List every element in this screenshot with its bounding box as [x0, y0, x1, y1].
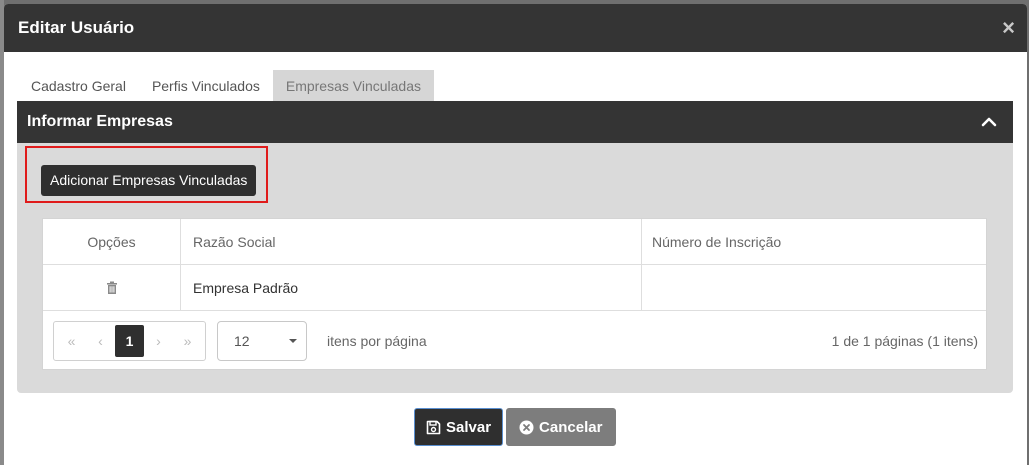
column-header-options[interactable]: Opções [43, 219, 181, 264]
tab-cadastro-geral[interactable]: Cadastro Geral [18, 70, 139, 101]
chevron-up-icon[interactable] [979, 112, 999, 132]
pagination-buttons: « ‹ 1 › » [53, 321, 206, 361]
cancel-label: Cancelar [539, 418, 603, 436]
table-row: Empresa Padrão [43, 265, 986, 311]
current-page-button[interactable]: 1 [115, 325, 144, 357]
column-header-numero-inscricao[interactable]: Número de Inscrição [642, 219, 986, 264]
per-page-label: itens por página [327, 333, 427, 349]
cancel-button[interactable]: Cancelar [506, 408, 617, 446]
cancel-circle-icon [519, 420, 534, 434]
caret-down-icon [289, 339, 297, 343]
first-page-button[interactable]: « [57, 325, 86, 357]
next-page-button[interactable]: › [144, 325, 173, 357]
row-options-cell [43, 265, 181, 310]
save-label: Salvar [446, 418, 492, 436]
empresas-panel: Informar Empresas Adicionar Empresas Vin… [17, 101, 1013, 393]
close-icon[interactable]: × [1002, 17, 1015, 39]
page-size-value: 12 [234, 333, 250, 349]
page-info: 1 de 1 páginas (1 itens) [831, 333, 978, 349]
pager: « ‹ 1 › » 12 itens por página 1 de 1 pág… [43, 311, 986, 371]
floppy-disk-icon [426, 420, 441, 434]
tab-empresas-vinculadas[interactable]: Empresas Vinculadas [272, 70, 435, 101]
edit-user-modal: Editar Usuário × Cadastro Geral Perfis V… [4, 4, 1027, 465]
modal-title: Editar Usuário [18, 18, 135, 37]
modal-header: Editar Usuário × [4, 4, 1027, 52]
companies-grid: Opções Razão Social Número de Inscrição … [42, 218, 987, 370]
panel-header: Informar Empresas [17, 101, 1013, 143]
trash-icon[interactable] [106, 281, 118, 294]
panel-title: Informar Empresas [27, 113, 173, 130]
column-header-razao-social[interactable]: Razão Social [181, 219, 642, 264]
row-razao-social: Empresa Padrão [181, 265, 642, 310]
prev-page-button[interactable]: ‹ [86, 325, 115, 357]
grid-header-row: Opções Razão Social Número de Inscrição [43, 219, 986, 265]
save-button[interactable]: Salvar [414, 408, 504, 446]
tab-bar: Cadastro Geral Perfis Vinculados Empresa… [18, 70, 435, 101]
tab-perfis-vinculados[interactable]: Perfis Vinculados [139, 70, 273, 101]
add-linked-companies-button[interactable]: Adicionar Empresas Vinculadas [41, 165, 257, 196]
footer-actions: Salvar Cancelar [414, 408, 617, 446]
page-size-select[interactable]: 12 [217, 321, 307, 361]
last-page-button[interactable]: » [173, 325, 202, 357]
row-numero-inscricao [642, 265, 986, 310]
